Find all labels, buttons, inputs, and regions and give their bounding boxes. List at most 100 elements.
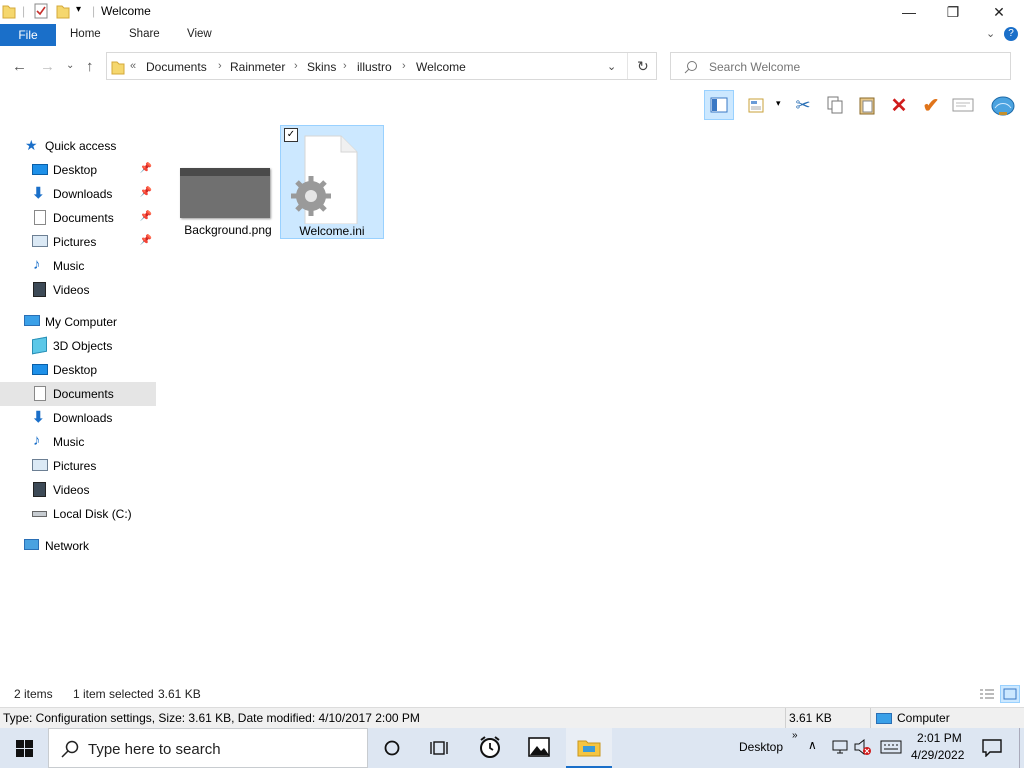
nav-item-documents-selected[interactable]: Documents (0, 382, 156, 406)
file-name: Welcome.ini (299, 224, 365, 238)
help-icon[interactable]: ? (1004, 27, 1018, 41)
address-bar[interactable]: « Documents › Rainmeter › Skins › illust… (106, 52, 657, 80)
address-divider (627, 53, 628, 79)
action-center-icon[interactable] (982, 739, 1002, 757)
nav-network[interactable]: Network (0, 534, 156, 558)
large-icons-view-button[interactable] (1000, 685, 1020, 703)
quick-access-dropdown-icon[interactable]: ▾ (76, 4, 81, 15)
rename-button[interactable]: ✔ (916, 90, 946, 120)
new-folder-icon[interactable] (56, 3, 70, 19)
minimize-button[interactable]: — (886, 0, 932, 24)
file-item[interactable]: Background.png (176, 125, 280, 239)
nav-label: Downloads (53, 187, 113, 201)
breadcrumb-skins[interactable]: Skins (307, 60, 336, 74)
nav-item-music[interactable]: ♪ Music (0, 254, 156, 278)
nav-quick-access[interactable]: ★ Quick access (0, 134, 156, 158)
nav-item-videos[interactable]: Videos (0, 478, 156, 502)
pin-icon[interactable]: 📌 (140, 235, 152, 246)
breadcrumb-overflow[interactable]: « (130, 60, 136, 72)
computer-icon (24, 315, 40, 326)
tab-view[interactable]: View (187, 28, 212, 40)
tab-home[interactable]: Home (70, 28, 101, 40)
up-icon[interactable]: ↑ (86, 58, 94, 75)
details-view-button[interactable] (978, 686, 996, 702)
breadcrumb-separator[interactable]: › (218, 60, 222, 72)
show-hidden-icons[interactable]: ∧ (808, 738, 817, 752)
paste-icon (859, 97, 875, 115)
volume-muted-icon[interactable] (854, 739, 872, 755)
breadcrumb-separator[interactable]: › (294, 60, 298, 72)
network-tray-icon[interactable] (832, 740, 848, 754)
keyboard-icon[interactable] (880, 740, 902, 754)
breadcrumb-illustro[interactable]: illustro (357, 60, 392, 74)
layout-dropdown-icon[interactable]: ▾ (776, 98, 781, 109)
close-button[interactable]: ✕ (976, 0, 1022, 24)
nav-item-pictures[interactable]: Pictures 📌 (0, 230, 156, 254)
navigation-pane: ★ Quick access Desktop 📌 ⬇ Downloads 📌 D… (0, 128, 157, 678)
file-explorer-icon (577, 740, 601, 757)
cortana-button[interactable] (380, 728, 404, 768)
title-divider: | (22, 4, 26, 18)
clock-time[interactable]: 2:01 PM (917, 731, 962, 745)
ribbon-expand-icon[interactable]: ⌄ (986, 27, 995, 40)
task-view-button[interactable] (424, 728, 456, 768)
forward-icon[interactable]: → (40, 58, 55, 75)
show-desktop-button[interactable] (1019, 728, 1024, 768)
layout-button[interactable] (742, 90, 772, 120)
nav-item-documents[interactable]: Documents 📌 (0, 206, 156, 230)
properties-icon[interactable] (33, 3, 49, 19)
back-icon[interactable]: ← (12, 58, 27, 75)
tab-file[interactable]: File (0, 24, 56, 46)
search-box[interactable] (670, 52, 1011, 80)
nav-item-desktop[interactable]: Desktop (0, 358, 156, 382)
taskbar-app-clock[interactable] (468, 728, 512, 768)
pin-icon[interactable]: 📌 (140, 187, 152, 198)
pin-icon[interactable]: 📌 (140, 211, 152, 222)
nav-label: Documents (53, 387, 114, 401)
copy-button[interactable] (820, 90, 850, 120)
nav-my-computer[interactable]: My Computer (0, 310, 156, 334)
nav-item-music[interactable]: ♪ Music (0, 430, 156, 454)
breadcrumb-welcome[interactable]: Welcome (416, 60, 466, 74)
recent-locations-icon[interactable]: ⌄ (66, 60, 74, 71)
taskbar-app-photos[interactable] (516, 728, 562, 768)
pin-icon[interactable]: 📌 (140, 163, 152, 174)
paste-button[interactable] (852, 90, 882, 120)
nav-item-pictures[interactable]: Pictures (0, 454, 156, 478)
file-item-selected[interactable]: ✓ Welcome.ini (280, 125, 384, 239)
refresh-icon[interactable]: ↻ (637, 58, 649, 75)
nav-item-videos[interactable]: Videos (0, 278, 156, 302)
taskbar-app-file-explorer[interactable] (566, 728, 612, 768)
breadcrumb-rainmeter[interactable]: Rainmeter (230, 60, 285, 74)
download-icon: ⬇ (32, 185, 45, 202)
toolbar-overflow-icon[interactable]: » (792, 730, 798, 741)
status-bar: 2 items 1 item selected 3.61 KB (0, 684, 1024, 706)
taskbar-search-placeholder: Type here to search (88, 741, 221, 758)
breadcrumb-separator[interactable]: › (402, 60, 406, 72)
nav-item-desktop[interactable]: Desktop 📌 (0, 158, 156, 182)
nav-item-3d-objects[interactable]: 3D Objects (0, 334, 156, 358)
delete-button[interactable]: ✕ (884, 90, 914, 120)
shell-button[interactable] (988, 90, 1018, 120)
desktop-toolbar-label[interactable]: Desktop (739, 740, 783, 754)
maximize-button[interactable]: ❐ (930, 0, 976, 24)
search-input[interactable] (707, 57, 1001, 77)
nav-label: Pictures (53, 459, 97, 473)
taskbar-search[interactable]: Type here to search (48, 728, 368, 768)
preview-pane-button[interactable] (704, 90, 734, 120)
clock-date[interactable]: 4/29/2022 (911, 748, 964, 762)
breadcrumb-documents[interactable]: Documents (146, 60, 207, 74)
tab-share[interactable]: Share (129, 28, 160, 40)
breadcrumb-separator[interactable]: › (343, 60, 347, 72)
image-thumbnail (180, 168, 270, 218)
start-button[interactable] (0, 728, 48, 768)
copy-icon (827, 96, 843, 114)
cut-button[interactable]: ✂ (788, 90, 818, 120)
folder-icon (111, 61, 125, 75)
properties-button[interactable] (948, 90, 978, 120)
nav-label: Downloads (53, 411, 113, 425)
nav-item-downloads[interactable]: ⬇ Downloads (0, 406, 156, 430)
nav-item-local-disk[interactable]: Local Disk (C:) (0, 502, 156, 526)
nav-item-downloads[interactable]: ⬇ Downloads 📌 (0, 182, 156, 206)
address-dropdown-icon[interactable]: ⌄ (607, 60, 616, 73)
